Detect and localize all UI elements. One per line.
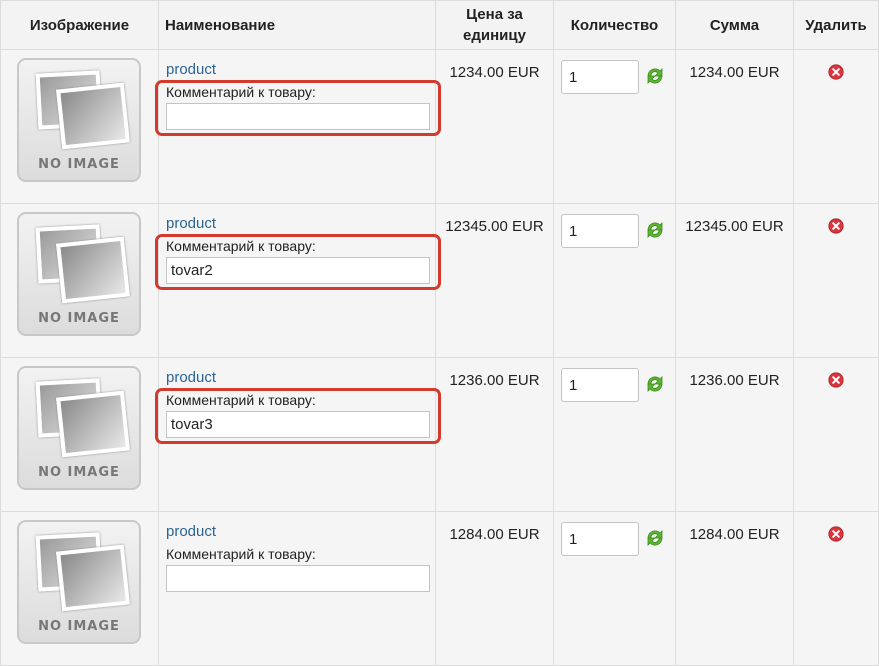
quantity-input[interactable] [561, 214, 639, 248]
quantity-cell [553, 357, 676, 512]
name-cell: product Комментарий к товару: [158, 511, 436, 666]
comment-input[interactable] [166, 565, 430, 592]
image-cell: NO IMAGE [0, 511, 159, 666]
quantity-cell [553, 49, 676, 204]
comment-input[interactable] [166, 103, 430, 130]
no-image-caption: NO IMAGE [38, 311, 120, 326]
cart-table: Изображение Наименование Цена за единицу… [0, 0, 879, 666]
cart-row: NO IMAGE product Комментарий к товару: 1… [0, 357, 879, 512]
delete-cell [793, 49, 879, 204]
sum-cell: 1284.00 EUR [675, 511, 794, 666]
delete-icon[interactable] [828, 218, 844, 234]
refresh-icon[interactable] [644, 373, 666, 395]
comment-label: Комментарий к товару: [166, 84, 316, 100]
refresh-icon[interactable] [644, 219, 666, 241]
sum-cell: 1234.00 EUR [675, 49, 794, 204]
sum-cell: 12345.00 EUR [675, 203, 794, 358]
quantity-cell [553, 511, 676, 666]
product-link[interactable]: product [166, 369, 216, 386]
delete-cell [793, 511, 879, 666]
header-sum: Сумма [675, 0, 794, 50]
refresh-icon[interactable] [644, 527, 666, 549]
image-cell: NO IMAGE [0, 49, 159, 204]
delete-cell [793, 203, 879, 358]
delete-icon[interactable] [828, 64, 844, 80]
no-image-caption: NO IMAGE [38, 465, 120, 480]
no-image-caption: NO IMAGE [38, 157, 120, 172]
comment-input[interactable] [166, 257, 430, 284]
price-cell: 1234.00 EUR [435, 49, 554, 204]
price-cell: 1284.00 EUR [435, 511, 554, 666]
cart-row: NO IMAGE product Комментарий к товару: 1… [0, 203, 879, 358]
quantity-input[interactable] [561, 368, 639, 402]
name-cell: product Комментарий к товару: [155, 203, 441, 358]
image-cell: NO IMAGE [0, 357, 159, 512]
no-image-icon[interactable]: NO IMAGE [17, 520, 141, 644]
product-link[interactable]: product [166, 523, 216, 540]
delete-cell [793, 357, 879, 512]
comment-label: Комментарий к товару: [166, 546, 316, 562]
header-row: Изображение Наименование Цена за единицу… [0, 0, 879, 50]
name-cell: product Комментарий к товару: [155, 357, 441, 512]
comment-label: Комментарий к товару: [166, 238, 316, 254]
no-image-icon[interactable]: NO IMAGE [17, 366, 141, 490]
refresh-icon[interactable] [644, 65, 666, 87]
product-link[interactable]: product [166, 215, 216, 232]
name-cell: product Комментарий к товару: [155, 49, 441, 204]
header-name: Наименование [158, 0, 436, 50]
header-delete: Удалить [793, 0, 879, 50]
delete-icon[interactable] [828, 526, 844, 542]
quantity-input[interactable] [561, 60, 639, 94]
no-image-icon[interactable]: NO IMAGE [17, 58, 141, 182]
cart-row: NO IMAGE product Комментарий к товару: 1… [0, 49, 879, 204]
quantity-input[interactable] [561, 522, 639, 556]
product-link[interactable]: product [166, 61, 216, 78]
no-image-caption: NO IMAGE [38, 619, 120, 634]
price-cell: 1236.00 EUR [435, 357, 554, 512]
image-cell: NO IMAGE [0, 203, 159, 358]
cart-row: NO IMAGE product Комментарий к товару: 1… [0, 511, 879, 666]
header-price: Цена за единицу [435, 0, 554, 50]
no-image-icon[interactable]: NO IMAGE [17, 212, 141, 336]
quantity-cell [553, 203, 676, 358]
header-image: Изображение [0, 0, 159, 50]
header-quantity: Количество [553, 0, 676, 50]
delete-icon[interactable] [828, 372, 844, 388]
comment-label: Комментарий к товару: [166, 392, 316, 408]
price-cell: 12345.00 EUR [435, 203, 554, 358]
comment-input[interactable] [166, 411, 430, 438]
sum-cell: 1236.00 EUR [675, 357, 794, 512]
